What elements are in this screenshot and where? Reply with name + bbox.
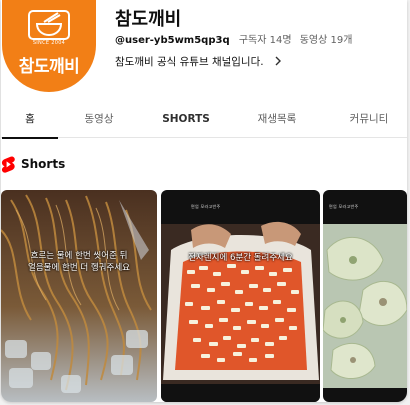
shorts-top-label: 면엄 모라고반주 — [191, 204, 221, 209]
chevron-right-icon[interactable] — [274, 55, 282, 69]
channel-page: SINCE 2004 참도깨비 참도깨비 @user-yb5wm5qp3q 구독… — [1, 0, 407, 402]
shorts-section-title: Shorts — [21, 157, 66, 171]
subscriber-count: 구독자 14명 — [238, 35, 292, 46]
channel-avatar[interactable]: SINCE 2004 참도깨비 — [2, 0, 96, 92]
channel-description[interactable]: 참도깨비 공식 유튜브 채널입니다. — [115, 54, 282, 69]
caption-line: 흐르는 물에 한번 씻어준 뒤 — [30, 251, 128, 261]
channel-meta: @user-yb5wm5qp3q 구독자 14명 동영상 19개 — [115, 31, 352, 46]
shorts-card[interactable]: 면엄 모라고반주 — [323, 190, 407, 402]
shorts-caption: 전자렌지에 6분간 돌려주세요 — [188, 253, 293, 263]
avatar-since-text: SINCE 2004 — [32, 40, 66, 46]
thumbnail-cheese-dish — [161, 190, 320, 402]
channel-tabs: 홈 동영상 SHORTS 재생목록 커뮤니티 — [1, 104, 407, 139]
shorts-icon — [1, 156, 15, 173]
tab-community[interactable]: 커뮤니티 — [331, 104, 407, 138]
shorts-caption: 흐르는 물에 한번 씻어준 뒤 얼음물에 한번 더 헹궈주세요 — [1, 250, 157, 274]
channel-handle: @user-yb5wm5qp3q — [115, 35, 230, 46]
shorts-card[interactable]: 흐르는 물에 한번 씻어준 뒤 얼음물에 한번 더 헹궈주세요 — [1, 190, 157, 402]
thumbnail-dumplings — [323, 190, 407, 402]
video-count: 동영상 19개 — [299, 35, 353, 46]
shorts-section-header: Shorts — [1, 154, 65, 174]
tab-videos[interactable]: 동영상 — [65, 104, 133, 138]
tab-playlists[interactable]: 재생목록 — [244, 104, 310, 138]
shorts-top-label: 면엄 모라고반주 — [329, 204, 359, 209]
channel-title: 참도깨비 — [115, 9, 182, 30]
thumbnail-noodles — [1, 190, 157, 402]
tab-home[interactable]: 홈 — [2, 104, 58, 139]
bowl-logo-icon — [28, 10, 70, 40]
description-text: 참도깨비 공식 유튜브 채널입니다. — [115, 56, 264, 68]
avatar-logo-text: 참도깨비 — [18, 57, 80, 77]
caption-line: 얼음물에 한번 더 헹궈주세요 — [28, 263, 130, 273]
tab-shorts[interactable]: SHORTS — [151, 104, 221, 138]
shorts-card[interactable]: 면엄 모라고반주 전자렌지에 6분간 돌려주세요 — [161, 190, 320, 402]
